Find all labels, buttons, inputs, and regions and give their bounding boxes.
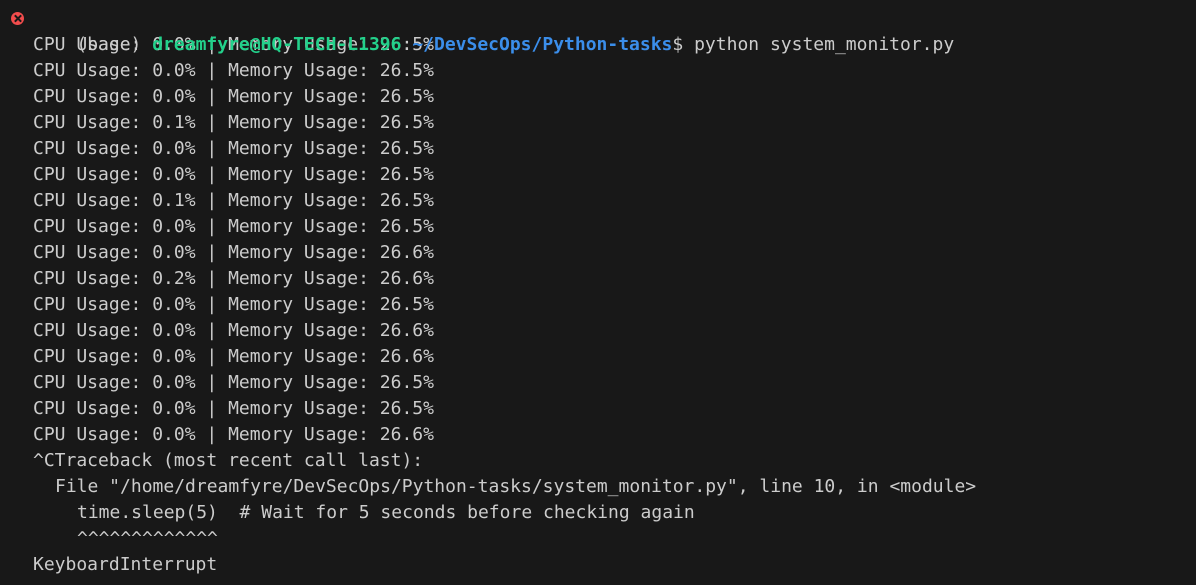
output-line: CPU Usage: 0.0% | Memory Usage: 26.6% bbox=[33, 320, 434, 341]
prompt-colon: : bbox=[401, 34, 413, 55]
output-line: CPU Usage: 0.0% | Memory Usage: 26.6% bbox=[33, 242, 434, 263]
output-line: CPU Usage: 0.0% | Memory Usage: 26.5% bbox=[33, 164, 434, 185]
traceback-code-line: time.sleep(5) # Wait for 5 seconds befor… bbox=[77, 502, 695, 523]
output-line: CPU Usage: 0.0% | Memory Usage: 26.6% bbox=[33, 424, 434, 445]
output-line: CPU Usage: 0.2% | Memory Usage: 26.6% bbox=[33, 268, 434, 289]
traceback-marker-line: ^^^^^^^^^^^^^ bbox=[77, 528, 218, 549]
output-line: CPU Usage: 0.0% | Memory Usage: 26.5% bbox=[33, 216, 434, 237]
output-line: CPU Usage: 0.0% | Memory Usage: 26.5% bbox=[33, 86, 434, 107]
output-line: CPU Usage: 0.0% | Memory Usage: 26.5% bbox=[33, 294, 434, 315]
output-line: CPU Usage: 0.0% | Memory Usage: 26.5% bbox=[33, 398, 434, 419]
traceback-file-line: File "/home/dreamfyre/DevSecOps/Python-t… bbox=[55, 476, 977, 497]
error-status-icon[interactable] bbox=[11, 12, 24, 25]
output-line: CPU Usage: 0.1% | Memory Usage: 26.5% bbox=[33, 112, 434, 133]
working-directory: ~/DevSecOps/Python-tasks bbox=[412, 34, 673, 55]
traceback-header: ^CTraceback (most recent call last): bbox=[33, 450, 424, 471]
output-line: CPU Usage: 0.0% | Memory Usage: 26.5% bbox=[33, 372, 434, 393]
output-line: CPU Usage: 0.0% | Memory Usage: 26.5% bbox=[33, 138, 434, 159]
user-host: dreamfyre@HQ-TECH-L1396 bbox=[152, 34, 402, 55]
traceback-error: KeyboardInterrupt bbox=[33, 554, 218, 575]
prompt-symbol: $ bbox=[672, 34, 695, 55]
command-text: python system_monitor.py bbox=[694, 34, 955, 55]
output-line: CPU Usage: 0.0% | Memory Usage: 26.5% bbox=[33, 60, 434, 81]
output-line: CPU Usage: 0.1% | Memory Usage: 26.5% bbox=[33, 190, 434, 211]
prompt-line: (base) dreamfyre@HQ-TECH-L1396:~/DevSecO… bbox=[0, 6, 1196, 55]
terminal-panel[interactable]: (base) dreamfyre@HQ-TECH-L1396:~/DevSecO… bbox=[0, 0, 1196, 585]
conda-env: (base) bbox=[76, 34, 153, 55]
output-line: CPU Usage: 0.0% | Memory Usage: 26.6% bbox=[33, 346, 434, 367]
